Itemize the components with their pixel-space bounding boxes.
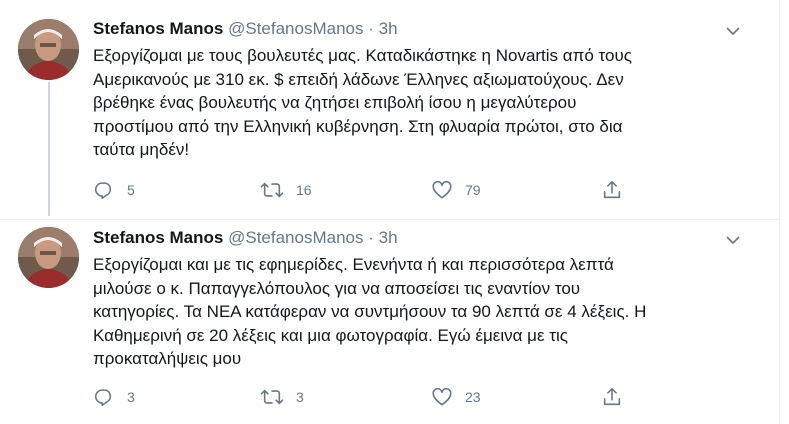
display-name[interactable]: Stefanos Manos xyxy=(93,228,223,247)
like-count: 79 xyxy=(465,182,481,198)
separator-dot: · xyxy=(368,19,374,38)
like-button[interactable]: 79 xyxy=(431,178,481,202)
tweet-text: Εξοργίζομαι και με τις εφημερίδες. Ενενή… xyxy=(93,253,693,371)
tweet-text-line: προκαταλήψεις μου xyxy=(93,349,242,368)
tweet-actions: 5 16 79 xyxy=(93,178,633,202)
timestamp[interactable]: 3h xyxy=(379,228,398,247)
thread-connector xyxy=(48,82,50,216)
share-button[interactable] xyxy=(601,385,623,409)
tweet-text-line: Αμερικανούς με 310 εκ. $ επειδή λάδωνε Έ… xyxy=(93,69,624,89)
tweet-text-line: Εξοργίζομαι με τους βουλευτές μας. Καταδ… xyxy=(93,46,632,65)
tweet[interactable]: Stefanos Manos @StefanosManos · 3h Εξοργ… xyxy=(0,0,770,220)
reply-button[interactable]: 3 xyxy=(93,385,135,409)
timeline-edge xyxy=(779,0,789,424)
tweet-text: Εξοργίζομαι με τους βουλευτές μας. Καταδ… xyxy=(93,44,693,162)
share-icon xyxy=(601,179,623,201)
retweet-icon xyxy=(260,179,284,201)
tweet-actions: 3 3 23 xyxy=(93,385,633,409)
retweet-count: 16 xyxy=(296,182,312,198)
reply-count: 5 xyxy=(127,182,135,198)
tweet-text-line: βρέθηκε ένας βουλευτής να ζητήσει επιβολ… xyxy=(93,93,577,112)
timestamp[interactable]: 3h xyxy=(379,19,398,38)
avatar[interactable] xyxy=(18,19,79,80)
retweet-button[interactable]: 16 xyxy=(260,178,312,202)
tweet-text-line: προστίμου από την Ελληνική κυβέρνηση. Στ… xyxy=(93,116,623,136)
tweet-header: Stefanos Manos @StefanosManos · 3h xyxy=(93,19,398,41)
reply-button[interactable]: 5 xyxy=(93,178,135,202)
retweet-button[interactable]: 3 xyxy=(260,385,304,409)
reply-icon xyxy=(93,386,115,408)
like-button[interactable]: 23 xyxy=(431,385,481,409)
tweet-text-line: κατηγορίες. Τα ΝΕΑ κατάφεραν να συντμήσο… xyxy=(93,302,647,321)
tweet-text-line: μιλούσε ο κ. Παπαγγελόπουλος για να αποσ… xyxy=(93,278,581,298)
reply-icon xyxy=(93,179,115,201)
tweet-text-line: Εξοργίζομαι και με τις εφημερίδες. Ενενή… xyxy=(93,255,614,274)
tweet[interactable]: Stefanos Manos @StefanosManos · 3h Εξοργ… xyxy=(0,220,770,424)
separator-dot: · xyxy=(368,228,374,247)
retweet-count: 3 xyxy=(296,389,304,405)
like-icon xyxy=(431,179,453,201)
avatar[interactable] xyxy=(18,227,79,288)
user-handle[interactable]: @StefanosManos xyxy=(228,19,363,38)
tweet-text-line: ταύτα μηδέν! xyxy=(93,140,190,159)
user-handle[interactable]: @StefanosManos xyxy=(228,228,363,247)
share-button[interactable] xyxy=(601,178,623,202)
reply-count: 3 xyxy=(127,389,135,405)
chevron-down-icon[interactable] xyxy=(726,24,740,38)
display-name[interactable]: Stefanos Manos xyxy=(93,19,223,38)
share-icon xyxy=(601,386,623,408)
like-icon xyxy=(431,386,453,408)
tweet-text-line: Καθημερινή σε 20 λέξεις και μια φωτογραφ… xyxy=(93,325,568,345)
tweet-header: Stefanos Manos @StefanosManos · 3h xyxy=(93,228,398,250)
retweet-icon xyxy=(260,386,284,408)
chevron-down-icon[interactable] xyxy=(726,233,740,247)
like-count: 23 xyxy=(465,389,481,405)
